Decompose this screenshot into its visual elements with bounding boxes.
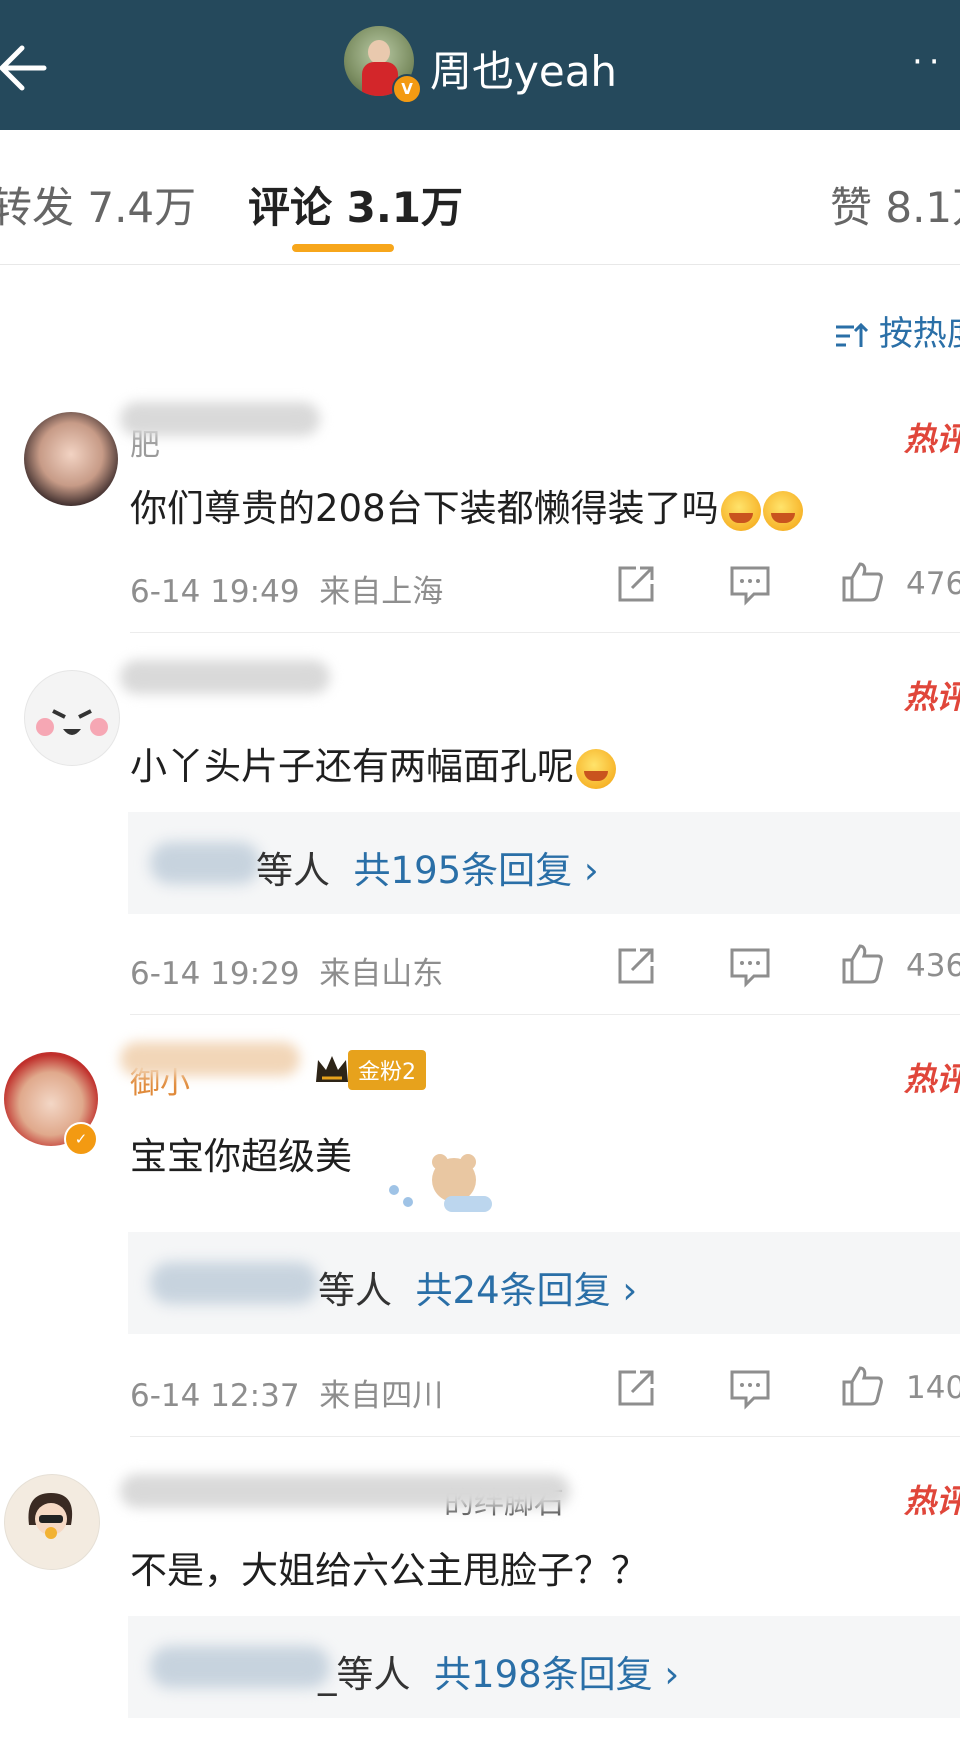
crown-icon bbox=[316, 1056, 348, 1082]
fan-level-badge: 金粉2 bbox=[312, 1050, 426, 1090]
reply-preview[interactable]: 等人 共24条回复 › bbox=[128, 1232, 960, 1334]
verified-badge-icon: V bbox=[392, 74, 422, 104]
reply-user-blur bbox=[150, 842, 260, 884]
reply-count-link[interactable]: 共195条回复 › bbox=[354, 849, 599, 892]
top-bar: V 周也yeah ·· bbox=[0, 0, 960, 130]
username-blur bbox=[120, 1042, 300, 1076]
hot-comment-badge: 热评 bbox=[904, 678, 960, 716]
flower-face-emoji-icon bbox=[576, 748, 616, 789]
comment-2-meta: 6-14 19:29 来自山东 bbox=[130, 956, 444, 992]
cartoon-face-icon bbox=[36, 709, 108, 736]
share-icon[interactable] bbox=[614, 944, 658, 988]
like-icon[interactable] bbox=[840, 942, 884, 986]
active-tab-indicator bbox=[292, 244, 394, 252]
share-icon[interactable] bbox=[614, 1366, 658, 1410]
divider bbox=[130, 1014, 960, 1015]
comment-1-avatar[interactable] bbox=[24, 412, 118, 506]
sort-button[interactable]: 按热度 bbox=[834, 306, 960, 355]
comment-1-like-count: 476 bbox=[906, 566, 960, 602]
reply-preview[interactable]: _等人 共198条回复 › bbox=[128, 1616, 960, 1718]
comment-icon[interactable] bbox=[728, 562, 772, 606]
reply-preview[interactable]: 等人 共195条回复 › bbox=[128, 812, 960, 914]
username-blur bbox=[120, 660, 330, 694]
hot-comment-badge: 热评 bbox=[904, 1482, 960, 1520]
divider bbox=[130, 1436, 960, 1437]
comment-4-text: 不是，大姐给六公主甩脸子？？ bbox=[130, 1549, 648, 1592]
bear-sticker-icon bbox=[389, 1154, 492, 1212]
comment-3-meta: 6-14 12:37 来自四川 bbox=[130, 1378, 444, 1414]
comment-2-avatar[interactable] bbox=[24, 670, 120, 766]
reply-summary: 等人 共24条回复 › bbox=[318, 1269, 638, 1312]
sort-label: 按热度 bbox=[878, 314, 960, 354]
back-arrow-icon[interactable] bbox=[0, 40, 60, 96]
hot-comment-badge: 热评 bbox=[904, 420, 960, 458]
comment-1-text: 你们尊贵的208台下装都懒得装了吗 bbox=[130, 478, 803, 532]
tab-likes[interactable]: 赞 8.1万 bbox=[830, 174, 960, 235]
share-icon[interactable] bbox=[614, 562, 658, 606]
username-blur bbox=[120, 402, 320, 436]
reply-user-blur bbox=[150, 1646, 330, 1688]
reply-summary: _等人 共198条回复 › bbox=[318, 1653, 680, 1696]
comment-2-text: 小丫头片子还有两幅面孔呢 bbox=[130, 736, 616, 790]
hot-comment-badge: 热评 bbox=[904, 1060, 960, 1098]
comment-3-like-count: 140 bbox=[906, 1370, 960, 1406]
sort-icon bbox=[836, 322, 868, 347]
like-icon[interactable] bbox=[840, 1364, 884, 1408]
reply-count-link[interactable]: 共24条回复 › bbox=[416, 1269, 638, 1312]
comment-icon[interactable] bbox=[728, 944, 772, 988]
tab-comments[interactable]: 评论 3.1万 bbox=[248, 174, 463, 235]
comment-1-meta: 6-14 19:49 来自上海 bbox=[130, 574, 444, 610]
comment-icon[interactable] bbox=[728, 1366, 772, 1410]
username-blur bbox=[120, 1474, 570, 1508]
tab-reposts[interactable]: 转发 7.4万 bbox=[0, 174, 196, 235]
crying-face-emoji-icon bbox=[720, 490, 761, 531]
page-title[interactable]: 周也yeah bbox=[430, 38, 617, 99]
more-options-icon[interactable]: ·· bbox=[912, 45, 946, 79]
like-icon[interactable] bbox=[840, 560, 884, 604]
tab-bar: 转发 7.4万 评论 3.1万 赞 8.1万 bbox=[0, 130, 960, 265]
reply-summary: 等人 共195条回复 › bbox=[256, 849, 599, 892]
crying-face-emoji-icon bbox=[762, 490, 803, 531]
comment-3-text: 宝宝你超级美 bbox=[130, 1135, 352, 1178]
verified-badge-icon: ✓ bbox=[64, 1122, 98, 1156]
illustrated-girl-icon bbox=[28, 1493, 73, 1539]
comment-2-like-count: 436 bbox=[906, 948, 960, 984]
reply-user-blur bbox=[150, 1262, 318, 1304]
comment-4-avatar[interactable] bbox=[4, 1474, 100, 1570]
reply-count-link[interactable]: 共198条回复 › bbox=[434, 1653, 679, 1696]
divider bbox=[130, 632, 960, 633]
